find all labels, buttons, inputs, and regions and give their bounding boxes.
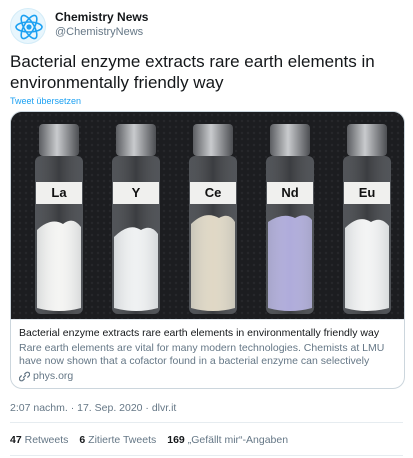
card-source-domain[interactable]: phys.org xyxy=(33,369,73,383)
retweets-count: 47 xyxy=(10,434,22,446)
author-name[interactable]: Chemistry News xyxy=(55,10,148,24)
vial-eu xyxy=(343,124,391,314)
link-card[interactable]: La Y Ce Nd Eu Bacterial enzyme extracts … xyxy=(10,111,405,389)
link-icon xyxy=(19,371,30,381)
vial-label-la: La xyxy=(36,182,82,204)
retweets-stat[interactable]: 47 Retweets xyxy=(10,434,68,446)
likes-stat[interactable]: 169 „Gefällt mir“-Angaben xyxy=(167,434,288,446)
translate-tweet-link[interactable]: Tweet übersetzen xyxy=(10,96,81,106)
vial-label-ce: Ce xyxy=(190,182,236,204)
vial-nd xyxy=(266,124,314,314)
author-handle[interactable]: @ChemistryNews xyxy=(55,26,143,38)
quotes-label: Zitierte Tweets xyxy=(88,434,157,446)
tweet-stats: 47 Retweets 6 Zitierte Tweets 169 „Gefäl… xyxy=(10,434,288,446)
vial-y xyxy=(112,124,160,314)
atom-avatar-icon[interactable] xyxy=(10,8,46,44)
card-description: Rare earth elements are vital for many m… xyxy=(19,342,385,367)
quotes-stat[interactable]: 6 Zitierte Tweets xyxy=(79,434,156,446)
likes-count: 169 xyxy=(167,434,185,446)
vial-label-nd: Nd xyxy=(267,182,313,204)
vial-la xyxy=(35,124,83,314)
card-title[interactable]: Bacterial enzyme extracts rare earth ele… xyxy=(19,326,396,340)
likes-label: „Gefällt mir“-Angaben xyxy=(187,434,289,446)
card-source[interactable]: phys.org xyxy=(19,369,396,383)
divider xyxy=(10,422,403,423)
retweets-label: Retweets xyxy=(24,434,69,446)
vial-label-eu: Eu xyxy=(344,182,390,204)
vial-ce xyxy=(189,124,237,314)
vial-label-y: Y xyxy=(113,182,159,204)
card-meta[interactable]: Bacterial enzyme extracts rare earth ele… xyxy=(11,319,404,388)
tweet-header: Chemistry News @ChemistryNews xyxy=(10,8,403,44)
tweet-timestamp[interactable]: 2:07 nachm. · 17. Sep. 2020 · dlvr.it xyxy=(10,402,176,414)
tweet-text: Bacterial enzyme extracts rare earth ele… xyxy=(10,52,375,92)
quotes-count: 6 xyxy=(79,434,86,446)
card-image[interactable]: La Y Ce Nd Eu xyxy=(11,112,404,319)
vials-photo xyxy=(11,112,404,319)
divider xyxy=(10,455,403,456)
